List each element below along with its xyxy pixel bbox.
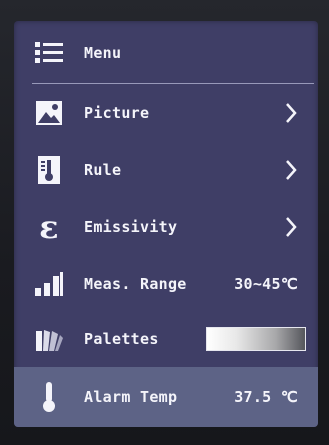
menu-item-palettes[interactable]: Palettes [14, 311, 318, 367]
chevron-right-icon [286, 103, 297, 123]
bar-levels-icon [34, 269, 64, 299]
menu-title: Menu [84, 44, 122, 62]
header-divider [32, 83, 314, 84]
palette-fan-icon [34, 324, 64, 354]
palette-gradient-preview [206, 327, 306, 351]
chevron-right-icon [286, 160, 297, 180]
svg-text:ε: ε [39, 211, 59, 243]
thermometer-icon [34, 382, 64, 412]
menu-item-picture[interactable]: Picture [14, 85, 318, 141]
epsilon-icon: ε [34, 211, 64, 243]
menu-item-label: Alarm Temp [84, 388, 178, 406]
menu-screen: Menu Picture Rule ε Emissivity Meas. Ran… [14, 21, 318, 427]
menu-item-emissivity[interactable]: ε Emissivity [14, 199, 318, 255]
menu-item-label: Meas. Range [84, 275, 187, 293]
menu-item-rule[interactable]: Rule [14, 142, 318, 198]
menu-item-label: Palettes [84, 330, 159, 348]
menu-item-label: Emissivity [84, 218, 178, 236]
menu-item-alarm-temp[interactable]: Alarm Temp 37.5 ℃ [14, 367, 318, 427]
alarm-temp-value: 37.5 ℃ [234, 388, 298, 406]
device-frame: Menu Picture Rule ε Emissivity Meas. Ran… [0, 0, 329, 445]
thermometer-ruler-icon [34, 155, 64, 185]
list-menu-icon [34, 38, 64, 68]
chevron-right-icon [286, 217, 297, 237]
menu-item-meas-range[interactable]: Meas. Range 30~45℃ [14, 256, 318, 312]
menu-item-label: Rule [84, 161, 122, 179]
image-icon [34, 98, 64, 128]
menu-item-label: Picture [84, 104, 150, 122]
menu-header: Menu [14, 25, 318, 81]
meas-range-value: 30~45℃ [234, 275, 298, 293]
